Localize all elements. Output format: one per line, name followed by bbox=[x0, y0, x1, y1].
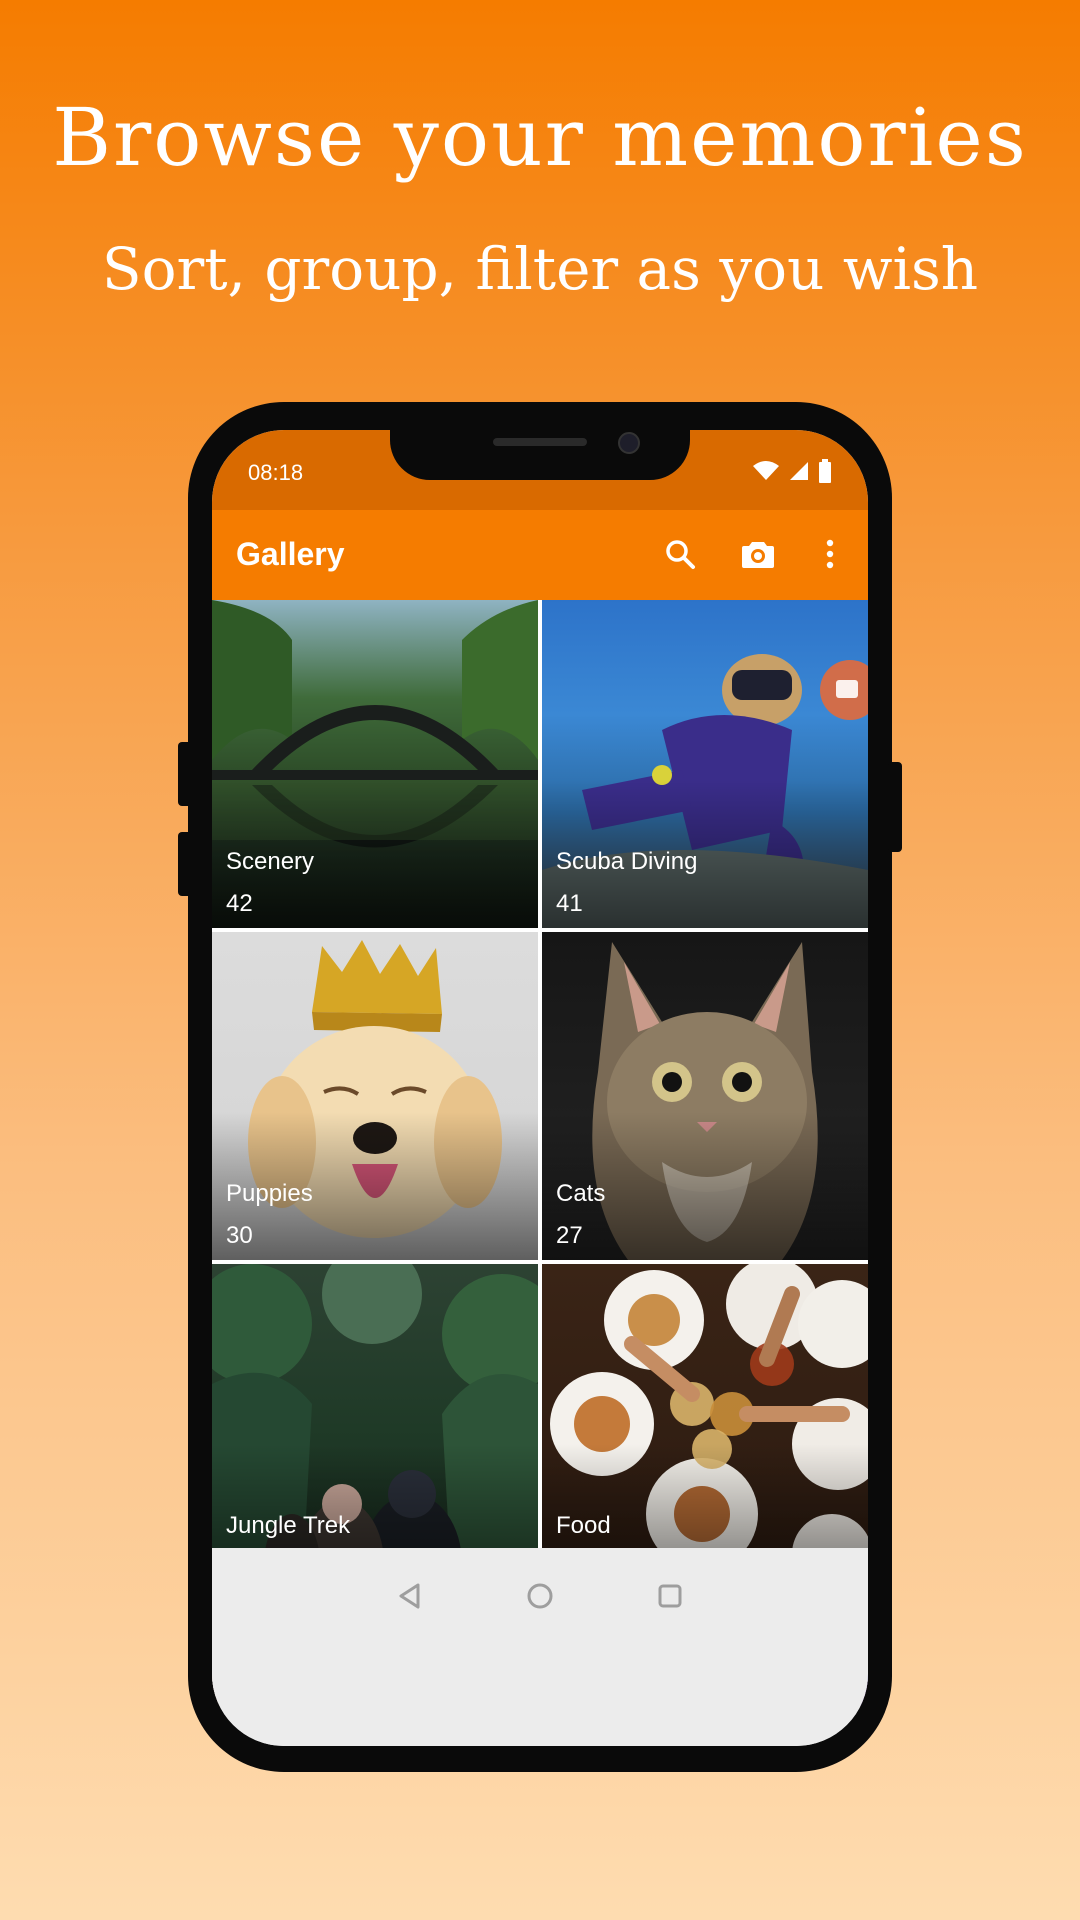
search-icon bbox=[666, 540, 695, 569]
signal-icon bbox=[790, 462, 808, 480]
phone-frame: 08:18 Gallery Scenery 42 Scuba Diving 41… bbox=[178, 402, 902, 1772]
phone-screen: 08:18 Gallery Scenery 42 Scuba Diving 41… bbox=[212, 430, 868, 1746]
album-tile-scuba-diving[interactable]: Scuba Diving 41 bbox=[542, 600, 868, 928]
subline: Sort, group, filter as you wish bbox=[101, 235, 979, 303]
album-count: 42 bbox=[226, 890, 253, 917]
status-bar: 08:18 bbox=[212, 430, 868, 510]
album-name: Scuba Diving bbox=[556, 848, 698, 875]
recents-icon bbox=[658, 1584, 682, 1608]
album-name: Scenery bbox=[226, 848, 315, 875]
headline: Browse your memories bbox=[52, 91, 1028, 184]
more-vert-icon bbox=[826, 539, 834, 569]
album-name: Puppies bbox=[226, 1180, 313, 1207]
album-count: 30 bbox=[226, 1222, 253, 1249]
search-button[interactable] bbox=[658, 532, 702, 576]
status-time: 08:18 bbox=[248, 460, 304, 485]
speaker-grille bbox=[493, 438, 587, 446]
album-tile-puppies[interactable]: Puppies 30 bbox=[212, 932, 538, 1260]
nav-back-button[interactable] bbox=[390, 1576, 430, 1616]
camera-icon bbox=[742, 542, 774, 568]
camera-button[interactable] bbox=[736, 532, 780, 576]
battery-icon bbox=[819, 459, 831, 483]
album-count: 27 bbox=[556, 1222, 583, 1249]
side-button-left-2 bbox=[178, 832, 192, 896]
album-grid: Scenery 42 Scuba Diving 41 Puppies 30 Ca… bbox=[212, 600, 868, 1706]
album-name: Jungle Trek bbox=[226, 1512, 351, 1539]
album-name: Cats bbox=[556, 1180, 606, 1207]
nav-home-button[interactable] bbox=[520, 1576, 560, 1616]
status-icons bbox=[752, 456, 832, 486]
home-icon bbox=[527, 1583, 553, 1609]
navigation-bar bbox=[212, 1548, 868, 1746]
wifi-icon bbox=[753, 461, 779, 480]
album-tile-cats[interactable]: Cats 27 bbox=[542, 932, 868, 1260]
notch bbox=[390, 430, 690, 480]
more-options-button[interactable] bbox=[808, 532, 852, 576]
album-tile-jungle-trek[interactable]: Jungle Trek 30 bbox=[212, 1264, 538, 1592]
app-bar: Gallery bbox=[212, 510, 868, 600]
album-tile-food[interactable]: Food 47 bbox=[542, 1264, 868, 1592]
app-title: Gallery bbox=[236, 536, 345, 572]
nav-recents-button[interactable] bbox=[650, 1576, 690, 1616]
album-tile-scenery[interactable]: Scenery 42 bbox=[212, 600, 538, 928]
back-icon bbox=[399, 1583, 420, 1609]
side-button-right bbox=[888, 762, 902, 852]
front-camera bbox=[618, 432, 640, 454]
album-count: 41 bbox=[556, 890, 583, 917]
side-button-left-1 bbox=[178, 742, 192, 806]
album-name: Food bbox=[556, 1512, 611, 1539]
